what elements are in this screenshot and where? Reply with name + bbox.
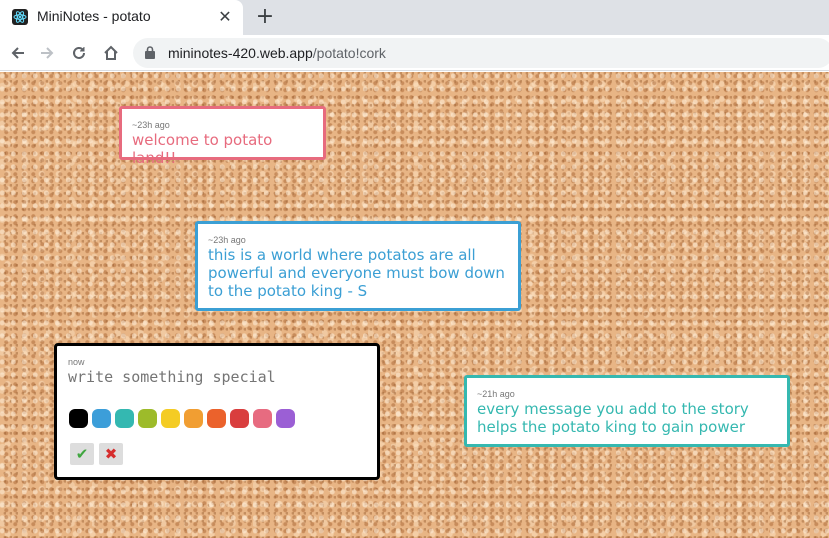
note-card[interactable]: ~21h ago every message you add to the st… [464,375,790,447]
reload-icon [73,46,85,59]
color-swatch-teal[interactable] [115,409,134,428]
note-text: welcome to potato land!! [132,131,273,167]
address-bar[interactable]: mininotes-420.web.app/potato!cork [133,38,829,68]
tab-title: MiniNotes - potato [37,8,151,24]
home-button[interactable] [99,41,123,65]
tab-strip: MiniNotes - potato ✕ + [0,0,829,35]
note-card[interactable]: ~23h ago welcome to potato land!! [119,106,326,167]
new-tab-button[interactable]: + [254,6,276,28]
note-timestamp: ~23h ago [132,120,170,130]
color-swatch-dark-orange[interactable] [207,409,226,428]
lock-icon [145,46,155,59]
back-button[interactable] [6,41,30,65]
back-arrow-icon [11,47,24,59]
note-card[interactable]: ~23h ago this is a world where potatos a… [195,221,521,311]
home-icon [104,45,118,60]
cancel-button[interactable]: ✖ [99,443,123,465]
note-text: every message you add to the story helps… [477,400,749,436]
editor-timestamp: now [68,357,85,367]
new-note-editor: now ✔ ✖ [54,343,380,480]
confirm-button[interactable]: ✔ [70,443,94,465]
forward-button[interactable] [35,41,59,65]
color-swatch-orange[interactable] [184,409,203,428]
color-swatch-pink[interactable] [253,409,272,428]
color-swatch-red[interactable] [230,409,249,428]
note-timestamp: ~21h ago [477,389,515,399]
color-swatch-black[interactable] [69,409,88,428]
color-swatch-yellow[interactable] [161,409,180,428]
react-icon [12,9,28,25]
color-swatch-blue[interactable] [92,409,111,428]
forward-arrow-icon [41,47,54,59]
color-swatch-lime[interactable] [138,409,157,428]
note-timestamp: ~23h ago [208,235,246,245]
color-swatch-purple[interactable] [276,409,295,428]
close-icon[interactable]: ✕ [216,8,234,26]
note-input[interactable] [68,368,368,386]
cork-board: ~23h ago welcome to potato land!! ~23h a… [0,72,829,538]
browser-tab[interactable]: MiniNotes - potato ✕ [0,0,243,35]
browser-toolbar: mininotes-420.web.app/potato!cork [0,35,829,71]
url-text: mininotes-420.web.app/potato!cork [168,45,386,61]
reload-button[interactable] [67,41,91,65]
note-text: this is a world where potatos are all po… [208,246,505,300]
color-picker [69,409,295,428]
